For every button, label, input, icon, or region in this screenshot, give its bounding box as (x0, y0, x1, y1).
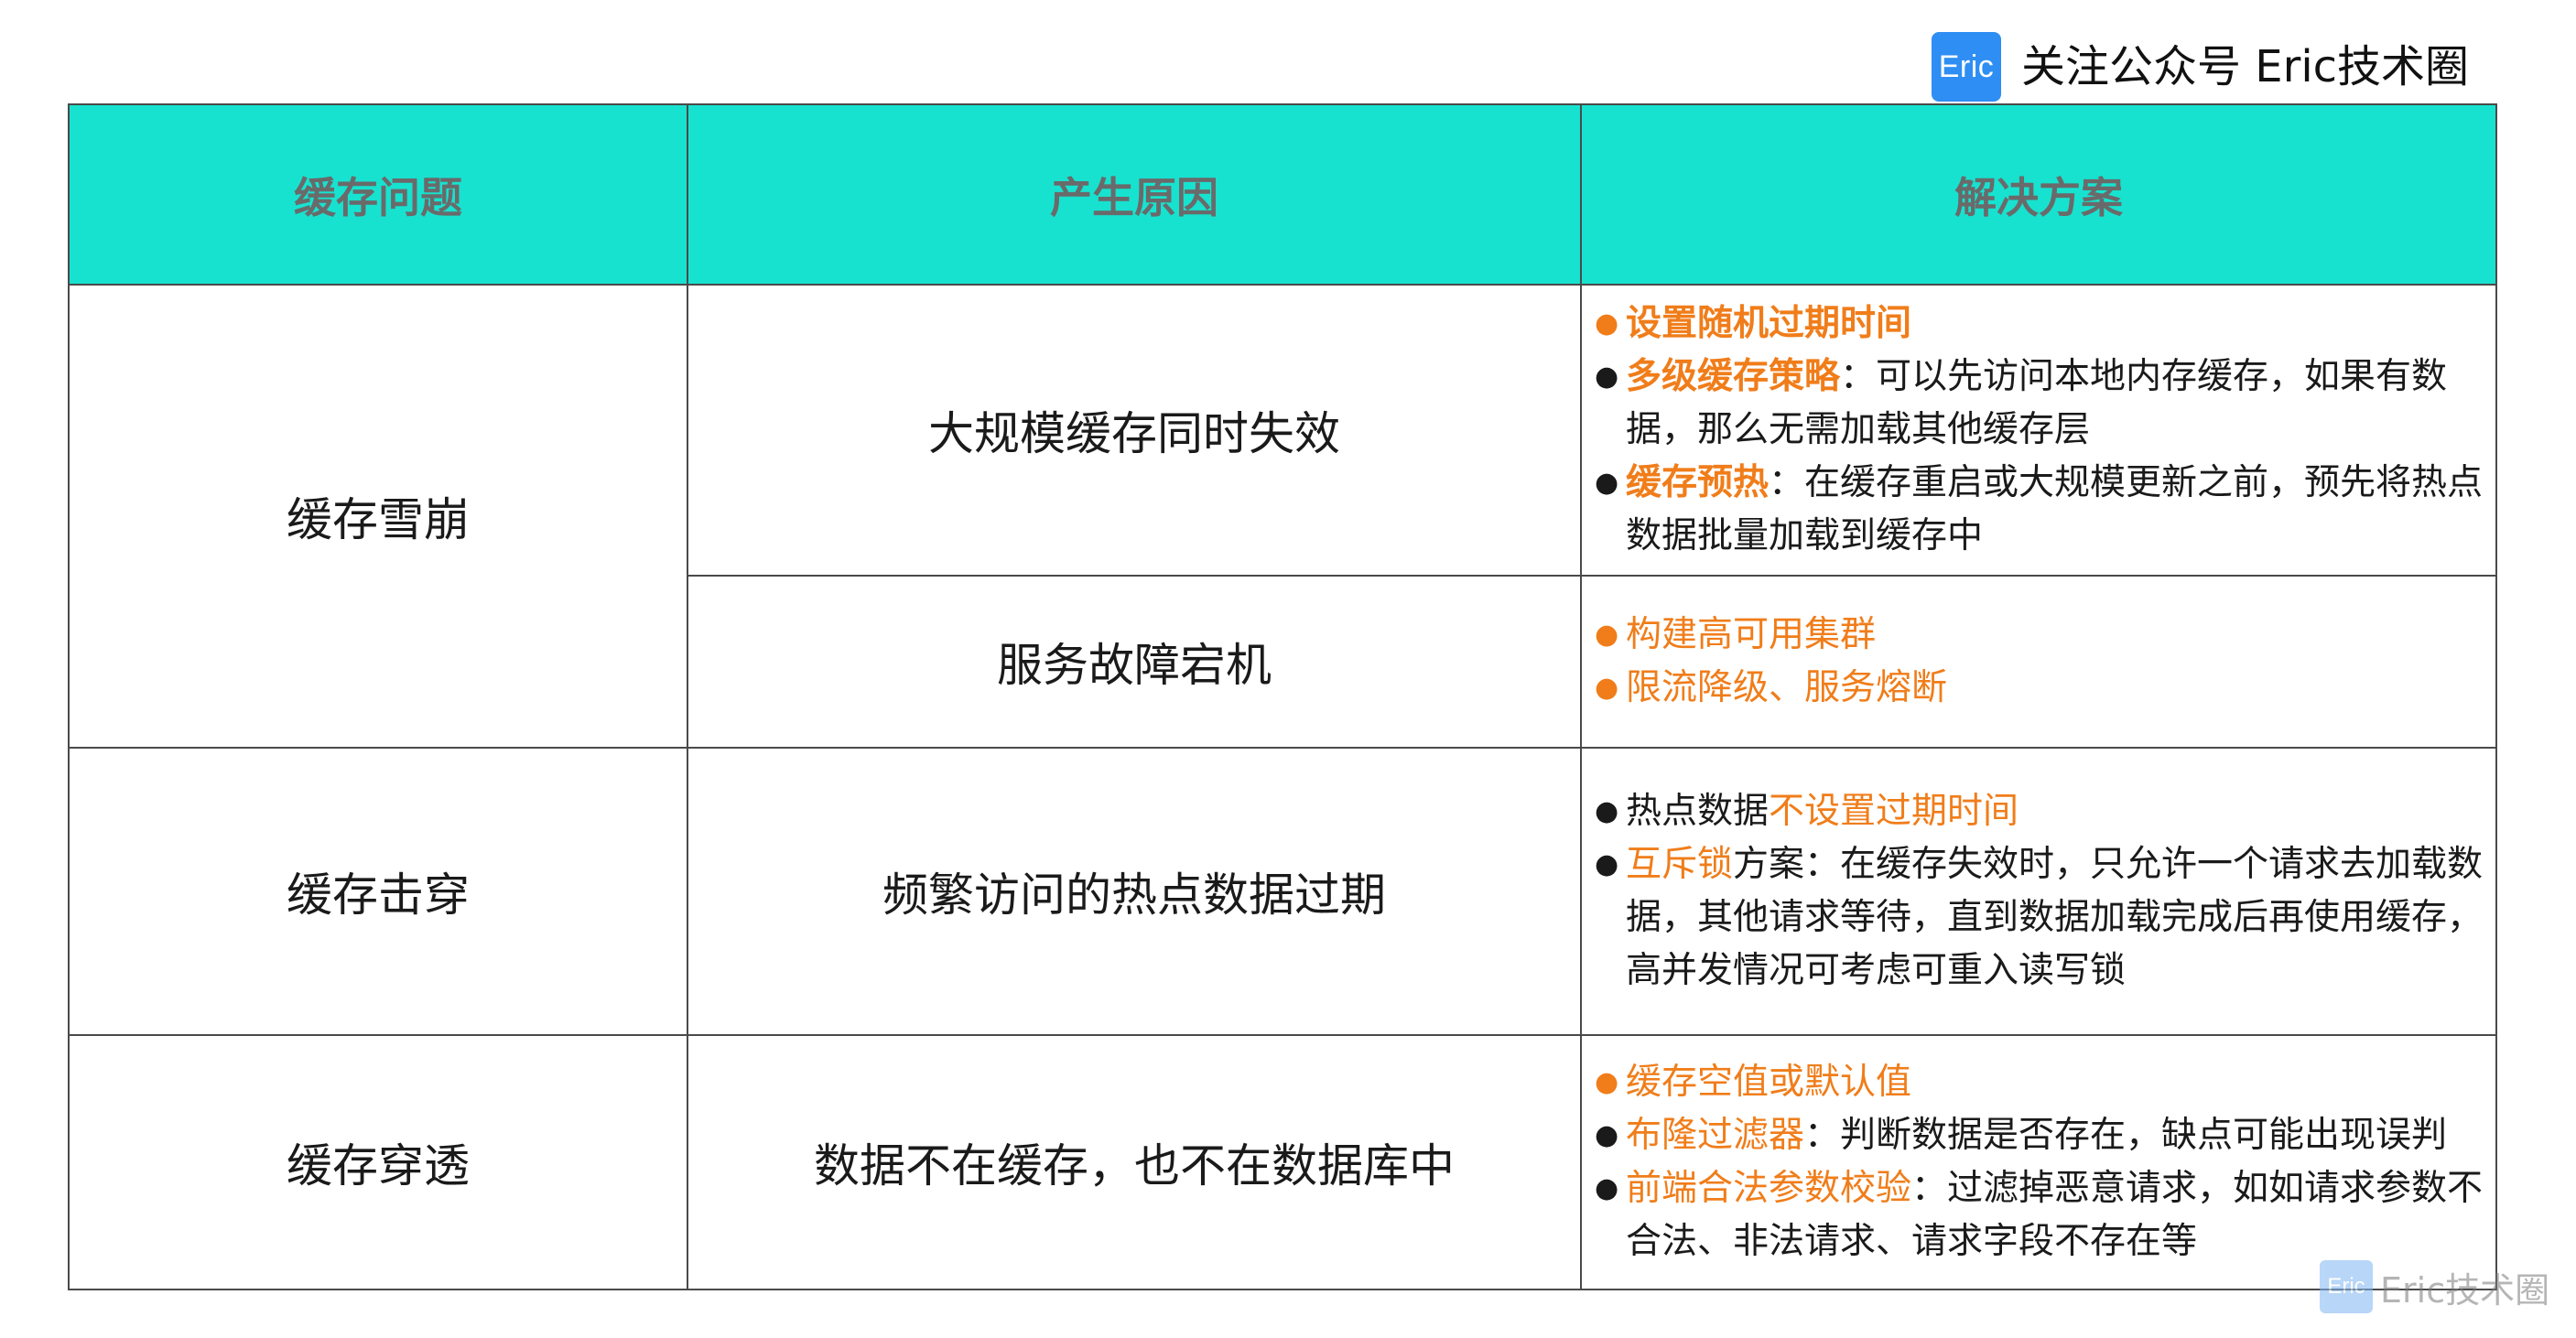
table-row: 缓存雪崩 大规模缓存同时失效 ● 设置随机过期时间 ● 多级缓存策略：可以先访问… (68, 284, 2497, 749)
bullet-icon: ● (1595, 467, 1619, 499)
eric-watermark-logo-icon: Eric (2320, 1260, 2373, 1313)
cache-problems-table: 缓存问题 产生原因 解决方案 缓存雪崩 大规模缓存同时失效 ● 设置随机过期时间… (68, 103, 2497, 1290)
bullet-icon: ● (1595, 672, 1619, 704)
cause-cell: 频繁访问的热点数据过期 (687, 747, 1582, 1036)
header-problem: 缓存问题 (68, 103, 688, 286)
solution-item: ● 限流降级、服务熔断 (1582, 662, 2495, 715)
problem-cell: 缓存击穿 (68, 747, 688, 1036)
watermark-text: Eric技术圈 (2380, 1269, 2550, 1311)
bullet-icon: ● (1595, 1119, 1619, 1151)
solution-item: ● 多级缓存策略：可以先访问本地内存缓存，如果有数据，那么无需加载其他缓存层 (1582, 351, 2495, 457)
solution-item: ● 构建高可用集群 (1582, 609, 2495, 662)
watermark: Eric Eric技术圈 (2320, 1254, 2549, 1320)
bullet-icon: ● (1595, 361, 1619, 393)
brand-title: 关注公众号 Eric技术圈 (2021, 41, 2470, 92)
table-row: 缓存穿透 数据不在缓存，也不在数据库中 ● 缓存空值或默认值 ● 布隆过滤器：判… (68, 1034, 2497, 1290)
table-row: 缓存击穿 频繁访问的热点数据过期 ● 热点数据不设置过期时间 ● 互斥锁方案：在… (68, 747, 2497, 1036)
bullet-icon: ● (1595, 848, 1619, 880)
cause-cell: 服务故障宕机 (687, 575, 1582, 749)
bullet-icon: ● (1595, 619, 1619, 651)
eric-logo-icon: Eric (1932, 32, 2001, 102)
solution-item: ● 缓存空值或默认值 (1582, 1056, 2495, 1109)
bullet-icon: ● (1595, 1172, 1619, 1204)
problem-cell: 缓存雪崩 (68, 284, 688, 749)
header-solution: 解决方案 (1580, 103, 2497, 286)
table-header-row: 缓存问题 产生原因 解决方案 (68, 103, 2497, 286)
bullet-icon: ● (1595, 1066, 1619, 1098)
solution-cell: ● 设置随机过期时间 ● 多级缓存策略：可以先访问本地内存缓存，如果有数据，那么… (1580, 284, 2497, 577)
solution-cell: ● 缓存空值或默认值 ● 布隆过滤器：判断数据是否存在，缺点可能出现误判 ● 前… (1580, 1034, 2497, 1290)
solution-item: ● 互斥锁方案：在缓存失效时，只允许一个请求去加载数据，其他请求等待，直到数据加… (1582, 838, 2495, 998)
bullet-icon: ● (1595, 795, 1619, 827)
problem-cell: 缓存穿透 (68, 1034, 688, 1290)
bullet-icon: ● (1595, 308, 1619, 340)
header-cause: 产生原因 (687, 103, 1582, 286)
cause-cell: 大规模缓存同时失效 (687, 284, 1582, 577)
solution-item: ● 设置随机过期时间 (1582, 297, 2495, 351)
solution-item: ● 布隆过滤器：判断数据是否存在，缺点可能出现误判 (1582, 1109, 2495, 1162)
solution-item: ● 缓存预热：在缓存重启或大规模更新之前，预先将热点数据批量加载到缓存中 (1582, 457, 2495, 563)
solution-cell: ● 构建高可用集群 ● 限流降级、服务熔断 (1580, 575, 2497, 749)
solution-cell: ● 热点数据不设置过期时间 ● 互斥锁方案：在缓存失效时，只允许一个请求去加载数… (1580, 747, 2497, 1036)
cause-cell: 数据不在缓存，也不在数据库中 (687, 1034, 1582, 1290)
brand-header: Eric 关注公众号 Eric技术圈 (1932, 31, 2469, 103)
solution-item: ● 热点数据不设置过期时间 (1582, 785, 2495, 838)
solution-item: ● 前端合法参数校验：过滤掉恶意请求，如如请求参数不合法、非法请求、请求字段不存… (1582, 1162, 2495, 1268)
